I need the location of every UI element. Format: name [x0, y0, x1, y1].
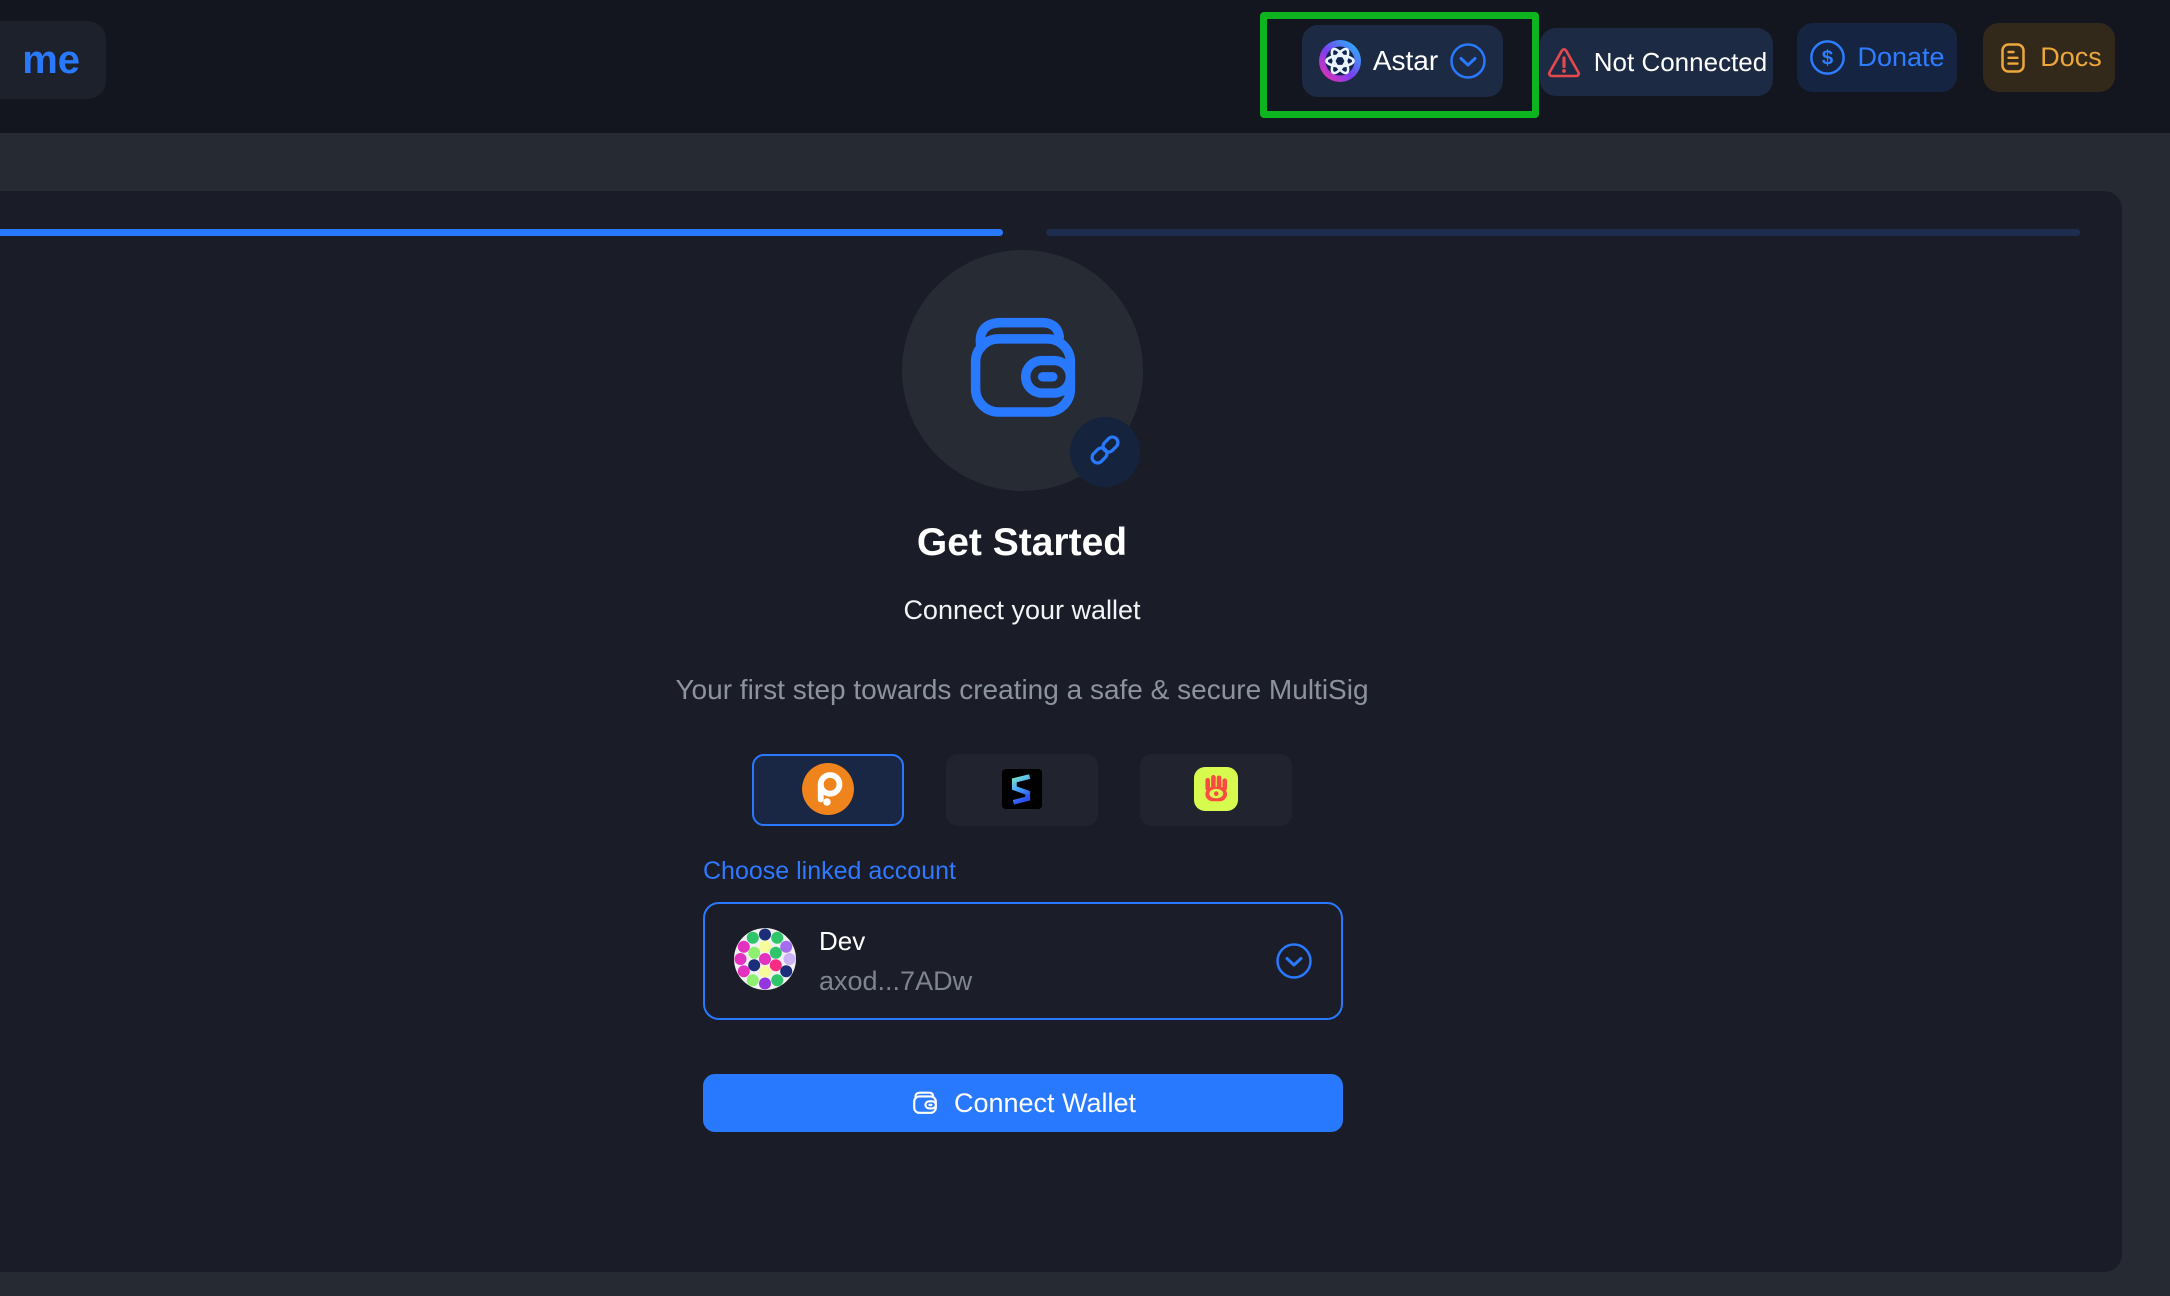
- docs-button[interactable]: Docs: [1983, 23, 2115, 92]
- document-lines-icon: [1996, 41, 2030, 75]
- get-started-card: Get Started Connect your wallet Your fir…: [0, 191, 2122, 1272]
- account-info: Dev axod...7ADw: [819, 926, 972, 997]
- wallet-icon: [958, 303, 1088, 438]
- page-description: Your first step towards creating a safe …: [675, 674, 1369, 705]
- app-logo-text: me: [22, 37, 80, 82]
- account-selector[interactable]: Dev axod...7ADw: [703, 902, 1343, 1020]
- dollar-circle-icon: $: [1809, 39, 1846, 76]
- network-name-label: Astar: [1372, 45, 1439, 76]
- donate-button[interactable]: $ Donate: [1797, 23, 1957, 92]
- wallet-options-row: [702, 754, 1342, 826]
- wallet-option-talisman[interactable]: [1140, 754, 1292, 826]
- warning-triangle-icon: [1546, 44, 1582, 80]
- wallet-option-polkadot-js[interactable]: [752, 754, 904, 826]
- svg-text:$: $: [1822, 47, 1834, 70]
- wallet-hero-circle: [902, 250, 1143, 491]
- app-window: me Astar Not Connected $ Donate Docs Get…: [0, 0, 2170, 1296]
- progress-step-2-inactive: [1046, 229, 2080, 236]
- connect-wallet-label: Connect Wallet: [953, 1087, 1137, 1118]
- choose-account-label: Choose linked account: [703, 857, 956, 885]
- chevron-down-icon: [1275, 942, 1313, 980]
- donate-label: Donate: [1857, 42, 1945, 72]
- page-title: Get Started: [916, 521, 1128, 564]
- account-address: axod...7ADw: [819, 965, 973, 996]
- page-subtitle: Connect your wallet: [903, 595, 1141, 625]
- account-name: Dev: [819, 925, 866, 956]
- connection-status-label: Not Connected: [1593, 46, 1768, 77]
- chevron-down-icon: [1449, 42, 1487, 80]
- subwallet-icon: [1001, 768, 1043, 813]
- docs-label: Docs: [2040, 42, 2102, 72]
- wallet-icon: [910, 1088, 940, 1118]
- connect-wallet-button[interactable]: Connect Wallet: [703, 1074, 1343, 1132]
- polkadot-js-icon: [801, 762, 855, 819]
- network-selector-button[interactable]: Astar: [1302, 25, 1503, 97]
- app-logo[interactable]: me: [0, 21, 106, 99]
- link-icon: [1087, 432, 1123, 473]
- connection-status-badge[interactable]: Not Connected: [1540, 28, 1773, 96]
- progress-step-1-active: [0, 229, 1003, 236]
- top-navbar: me Astar Not Connected $ Donate Docs: [0, 0, 2170, 133]
- astar-network-icon: [1318, 39, 1362, 83]
- wallet-option-subwallet[interactable]: [946, 754, 1098, 826]
- talisman-icon: [1194, 766, 1238, 814]
- link-badge: [1070, 417, 1140, 487]
- account-identicon: [733, 927, 797, 996]
